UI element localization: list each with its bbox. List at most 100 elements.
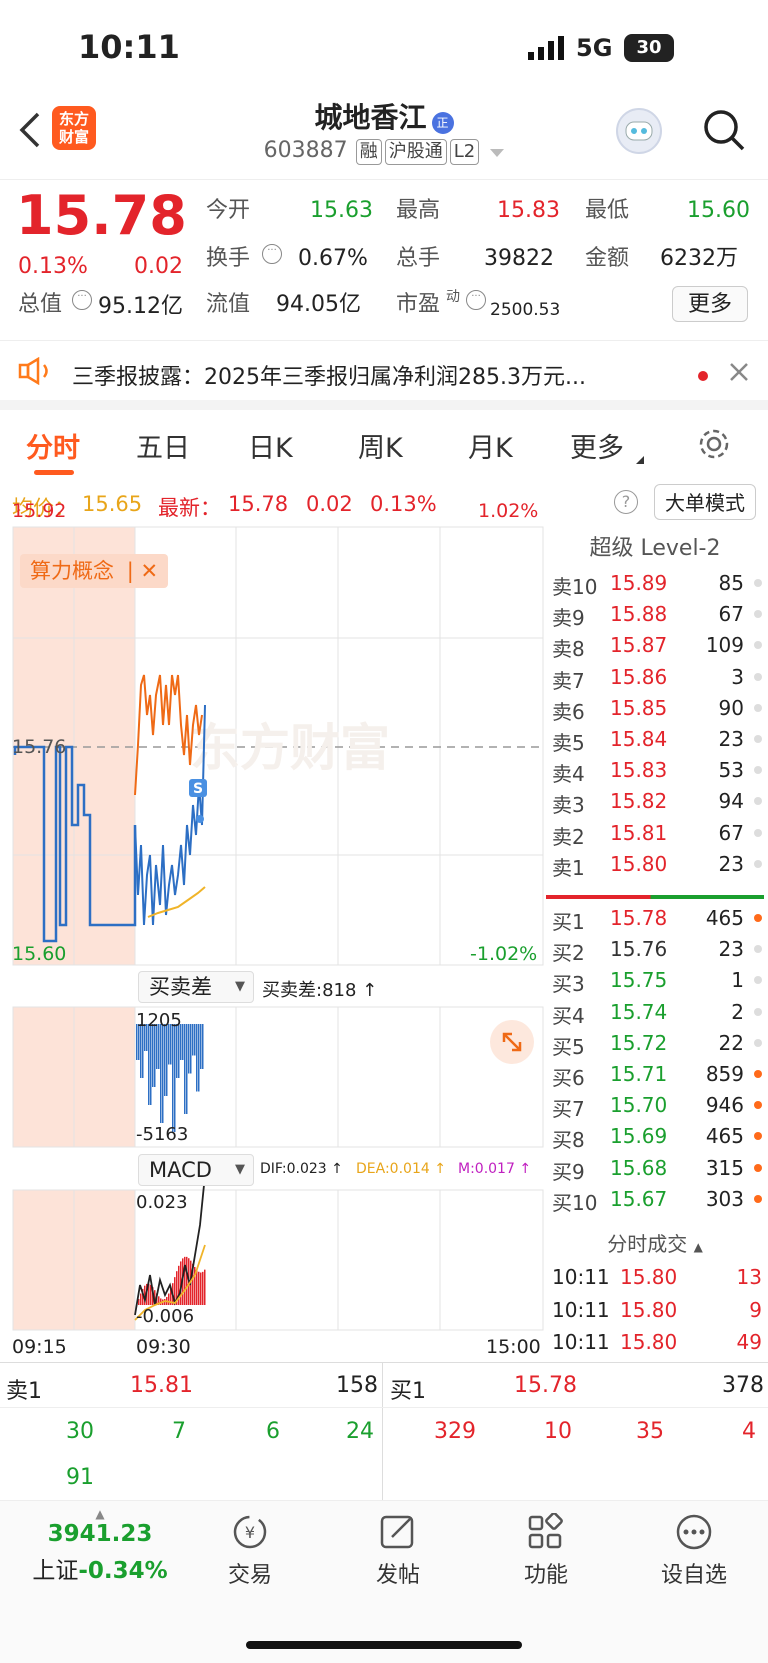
bid-row[interactable]: 买8 15.69 465 [550, 1121, 768, 1152]
y-top-label: 15.92 [12, 500, 67, 522]
pct-top-label: 1.02% [478, 500, 539, 522]
close-icon[interactable] [728, 361, 750, 387]
ask-level: 卖4 [552, 762, 585, 787]
tag-l2: L2 [449, 139, 480, 165]
bid-row[interactable]: 买1 15.78 465 [550, 903, 768, 934]
index-pct: -0.34% [78, 1558, 168, 1584]
bid-row[interactable]: 买3 15.75 1 [550, 965, 768, 996]
caret-down-icon[interactable] [490, 148, 505, 157]
robot-assistant-icon[interactable] [616, 108, 662, 154]
bid-row[interactable]: 买4 15.74 2 [550, 997, 768, 1028]
ask-row[interactable]: 卖8 15.87 109 [550, 630, 768, 661]
mcap-value: 95.12亿 [98, 294, 183, 319]
last-price: 15.78 [16, 184, 187, 247]
nav-trade[interactable]: ¥ 交易 [190, 1513, 310, 1589]
tab-5day[interactable]: 五日 [136, 426, 190, 465]
bid-row[interactable]: 买10 15.67 303 [550, 1184, 768, 1215]
trade-price: 15.80 [620, 1265, 678, 1289]
intraday-chart[interactable]: 东方财富 S [0, 525, 545, 1360]
bid-volume: 465 [705, 906, 744, 930]
amount-label: 金额 [585, 246, 630, 271]
diff-bar [192, 1024, 194, 1056]
queue-order: 24 [346, 1419, 374, 1444]
queue-order: 10 [544, 1419, 572, 1444]
bid-price: 15.72 [610, 1030, 668, 1055]
bid-row[interactable]: 买2 15.76 23 [550, 934, 768, 965]
nav-post[interactable]: 发帖 [338, 1513, 458, 1589]
trade-volume: 49 [736, 1330, 762, 1354]
bid-level: 买8 [552, 1128, 585, 1153]
bid-row[interactable]: 买9 15.68 315 [550, 1153, 768, 1184]
notice-bar[interactable]: 三季报披露：2025年三季报归属净利润285.3万元... [0, 340, 768, 410]
diff-bar [148, 1024, 150, 1105]
queue-order: 4 [742, 1419, 756, 1444]
expand-icon[interactable] [490, 1020, 534, 1064]
bid-row[interactable]: 买5 15.72 22 [550, 1028, 768, 1059]
bid-row[interactable]: 买7 15.70 946 [550, 1090, 768, 1121]
ask-row[interactable]: 卖5 15.84 23 [550, 724, 768, 755]
pe-label: 市盈 [396, 292, 441, 317]
ask-level: 卖7 [552, 668, 585, 693]
diff-bar [140, 1024, 142, 1078]
sub2-selector[interactable]: MACD ▼ [138, 1154, 254, 1186]
info-dots-icon[interactable]: ··· [262, 244, 282, 264]
info-dots-icon[interactable]: ··· [72, 290, 92, 310]
last-point [196, 815, 204, 823]
m-label: M:0.017 ↑ [458, 1161, 532, 1177]
ask-row[interactable]: 卖10 15.89 85 [550, 568, 768, 599]
ask-row[interactable]: 卖2 15.81 67 [550, 818, 768, 849]
diff-bar [182, 1024, 184, 1060]
ask-row[interactable]: 卖6 15.85 90 [550, 693, 768, 724]
index-ticker[interactable]: ▲ 3941.23 上证-0.34% [20, 1507, 180, 1585]
concept-chip[interactable]: 算力概念 | ✕ [20, 554, 169, 588]
search-icon[interactable] [702, 108, 746, 156]
ask-row[interactable]: 卖3 15.82 94 [550, 786, 768, 817]
ask-price: 15.89 [610, 571, 668, 595]
ask-price: 15.80 [610, 851, 668, 876]
ask-volume: 85 [718, 571, 744, 595]
queue-order: 91 [66, 1465, 94, 1490]
trade-volume: 9 [749, 1297, 762, 1322]
macd-bar [184, 1256, 186, 1305]
concept-close-icon[interactable]: | ✕ [127, 559, 158, 583]
sub2-top-label: 0.023 [136, 1192, 188, 1213]
float-value: 94.05亿 [276, 292, 361, 317]
ask-row[interactable]: 卖4 15.83 53 [550, 755, 768, 786]
bid-volume: 946 [705, 1093, 744, 1118]
volume-dot [754, 1038, 762, 1047]
volume-dot [754, 1101, 762, 1110]
ask-row[interactable]: 卖9 15.88 67 [550, 599, 768, 630]
ask-row[interactable]: 卖1 15.80 23 [550, 849, 768, 880]
caret-up-icon: ▲ [693, 1240, 703, 1254]
help-icon[interactable]: ? [614, 490, 638, 514]
ask-volume: 23 [718, 727, 744, 751]
more-button[interactable]: 更多 [672, 286, 748, 322]
speaker-icon [18, 356, 54, 389]
tab-more[interactable]: 更多 [570, 426, 624, 465]
queue-bid-vol: 378 [722, 1373, 764, 1398]
diff-bar [166, 1024, 168, 1096]
diff-bar [172, 1024, 174, 1132]
sub1-selector[interactable]: 买卖差 ▼ [138, 971, 254, 1003]
low-label: 最低 [585, 198, 630, 223]
tab-weekly[interactable]: 周K [358, 426, 403, 465]
concept-line [134, 674, 203, 796]
dif-label: DIF:0.023 ↑ [260, 1161, 343, 1177]
info-dots-icon[interactable]: ··· [466, 290, 486, 310]
level2-title[interactable]: 超级 Level-2 [542, 530, 768, 562]
bid-price: 15.68 [610, 1155, 668, 1180]
bid-level: 买3 [552, 972, 585, 997]
tab-daily[interactable]: 日K [248, 426, 293, 465]
diff-bar [200, 1024, 202, 1069]
nav-function[interactable]: 功能 [486, 1513, 606, 1589]
tab-monthly[interactable]: 月K [468, 426, 513, 465]
bid-row[interactable]: 买6 15.71 859 [550, 1059, 768, 1090]
nav-add-watchlist[interactable]: 设自选 [634, 1513, 754, 1589]
diff-bar [184, 1024, 186, 1114]
settings-gear-icon[interactable] [696, 426, 732, 466]
ask-row[interactable]: 卖7 15.86 3 [550, 662, 768, 693]
trades-title[interactable]: 分时成交 ▲ [542, 1228, 768, 1257]
tab-intraday[interactable]: 分时 [26, 426, 80, 465]
big-order-mode-button[interactable]: 大单模式 [654, 484, 756, 520]
latest-percent: 0.13% [370, 492, 437, 516]
